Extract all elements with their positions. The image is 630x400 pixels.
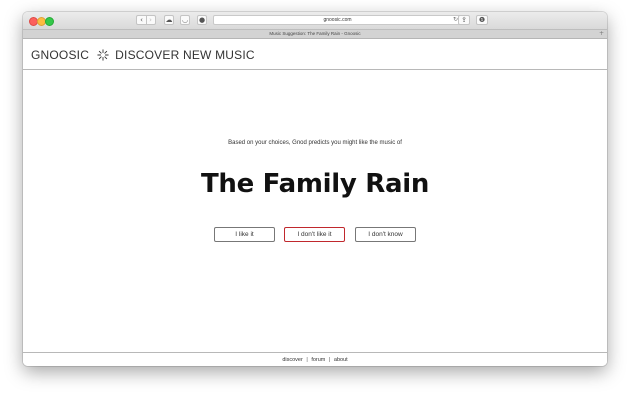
extension-button[interactable]: ● [197, 15, 207, 25]
dislike-button[interactable]: I don't like it [284, 227, 345, 242]
site-header: GNOOSIC DISCOVER NEW MUSIC [23, 39, 607, 70]
new-tab-icon[interactable]: + [599, 30, 604, 38]
web-page: GNOOSIC DISCOVER NEW MUSIC Based on your… [23, 39, 607, 366]
downloads-button[interactable]: ❶ [476, 15, 488, 25]
zoom-window-button[interactable] [45, 17, 54, 26]
suggestion-prompt: Based on your choices, Gnod predicts you… [228, 140, 402, 146]
site-logo[interactable]: GNOOSIC DISCOVER NEW MUSIC [31, 47, 255, 62]
extension-icon: ● [198, 16, 206, 24]
cloud-icon: ☁ [165, 16, 173, 24]
share-button[interactable]: ⇪ [458, 15, 470, 25]
browser-toolbar: ‹ › ☁ ◡ ● gnoosic.com ↻ ⇪ ❶ [23, 12, 607, 30]
back-forward-buttons: ‹ › [136, 15, 156, 25]
suggested-artist: The Family Rain [200, 169, 430, 199]
like-button[interactable]: I like it [214, 227, 275, 242]
pocket-icon: ◡ [181, 16, 189, 24]
footer-link-discover[interactable]: discover [282, 357, 302, 363]
share-icon: ⇪ [461, 16, 467, 24]
info-icon: ❶ [478, 16, 486, 24]
site-footer: discover | forum | about [23, 352, 607, 366]
tab-bar: Music Suggestion: The Family Rain - Gnoo… [23, 30, 607, 39]
footer-separator: | [328, 357, 331, 363]
site-tagline: DISCOVER NEW MUSIC [115, 47, 255, 62]
footer-separator: | [306, 357, 308, 363]
tab-title[interactable]: Music Suggestion: The Family Rain - Gnoo… [23, 30, 607, 38]
footer-link-about[interactable]: about [334, 357, 348, 363]
dont-know-button[interactable]: I don't know [355, 227, 416, 242]
footer-link-forum[interactable]: forum [311, 357, 325, 363]
url-text: gnoosic.com [323, 17, 352, 23]
spark-icon [96, 49, 109, 61]
brand-name: GNOOSIC [31, 47, 90, 62]
browser-window: ‹ › ☁ ◡ ● gnoosic.com ↻ ⇪ ❶ Music Suggest… [23, 12, 607, 366]
address-bar[interactable]: gnoosic.com ↻ [213, 15, 462, 25]
forward-icon[interactable]: › [146, 16, 155, 24]
cloud-tabs-button[interactable]: ☁ [164, 15, 174, 25]
back-icon[interactable]: ‹ [137, 16, 146, 24]
pocket-button[interactable]: ◡ [180, 15, 190, 25]
